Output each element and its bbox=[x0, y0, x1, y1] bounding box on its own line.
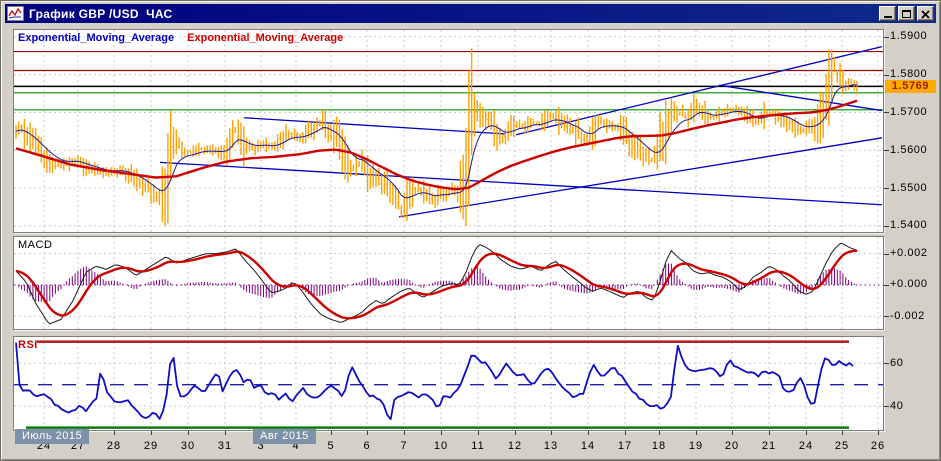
macd-chart-svg[interactable] bbox=[14, 237, 883, 329]
date-label: 10 bbox=[433, 440, 449, 452]
macd-axis-label: +0.000 bbox=[890, 278, 928, 291]
date-label: 26 bbox=[870, 440, 886, 452]
date-label: 7 bbox=[400, 440, 408, 452]
date-label: 20 bbox=[724, 440, 740, 452]
ema-legend-blue: Exponential_Moving_Average bbox=[18, 32, 175, 44]
trend-line[interactable] bbox=[159, 161, 883, 206]
date-tick bbox=[225, 431, 226, 435]
date-label: 31 bbox=[217, 440, 233, 452]
date-label: 5 bbox=[327, 440, 335, 452]
axis-tick bbox=[884, 112, 889, 114]
macd-main-line bbox=[15, 242, 858, 325]
date-tick bbox=[551, 431, 552, 435]
date-label: 11 bbox=[471, 440, 485, 452]
date-tick bbox=[151, 431, 152, 435]
current-price-badge: 1.5769 bbox=[885, 79, 936, 93]
date-label: 14 bbox=[580, 440, 596, 452]
indicator-legend: Exponential_Moving_Average Exponential_M… bbox=[18, 32, 343, 44]
date-tick bbox=[367, 431, 368, 435]
date-tick bbox=[331, 431, 332, 435]
price-axis-label: 1.5600 bbox=[890, 143, 928, 156]
date-label: 13 bbox=[543, 440, 559, 452]
date-tick bbox=[806, 431, 807, 435]
date-tick bbox=[515, 431, 516, 435]
close-button[interactable] bbox=[917, 6, 934, 21]
window-title: График GBP /USD ЧАС bbox=[29, 6, 173, 21]
date-tick bbox=[404, 431, 405, 435]
date-label: 6 bbox=[363, 440, 371, 452]
axis-tick bbox=[884, 36, 889, 38]
rsi-axis-label: 60 bbox=[890, 356, 904, 369]
macd-histogram bbox=[18, 263, 858, 303]
price-axis-label: 1.5800 bbox=[890, 68, 928, 81]
ema-legend-red: Exponential_Moving_Average bbox=[187, 32, 344, 44]
chart-icon bbox=[7, 6, 24, 21]
date-tick bbox=[441, 431, 442, 435]
date-tick bbox=[114, 431, 115, 435]
rsi-chart-svg[interactable] bbox=[14, 337, 883, 430]
price-chart-panel[interactable]: Exponential_Moving_Average Exponential_M… bbox=[13, 29, 884, 233]
rsi-label: RSI bbox=[18, 339, 38, 351]
minimize-icon bbox=[883, 16, 892, 18]
date-tick bbox=[769, 431, 770, 435]
rsi-panel[interactable]: RSI bbox=[13, 336, 884, 431]
macd-label: MACD bbox=[18, 239, 53, 251]
ema-slow-line bbox=[15, 99, 858, 191]
date-label: 17 bbox=[617, 440, 633, 452]
maximize-icon bbox=[902, 10, 911, 18]
date-label: 12 bbox=[507, 440, 523, 452]
date-label: 28 bbox=[106, 440, 122, 452]
date-label: 18 bbox=[651, 440, 667, 452]
date-label: 30 bbox=[180, 440, 196, 452]
date-label: 19 bbox=[688, 440, 704, 452]
date-tick bbox=[659, 431, 660, 435]
minimize-button[interactable] bbox=[879, 6, 896, 21]
price-axis-label: 1.5400 bbox=[890, 219, 928, 232]
date-tick bbox=[732, 431, 733, 435]
month-badge: Июль 2015 bbox=[15, 429, 90, 444]
chart-window: График GBP /USD ЧАС Exponential_Moving_A… bbox=[0, 0, 941, 461]
macd-panel[interactable]: MACD bbox=[13, 236, 884, 330]
close-icon bbox=[921, 10, 930, 19]
axis-tick bbox=[884, 284, 889, 286]
axis-tick bbox=[884, 406, 889, 408]
date-tick bbox=[188, 431, 189, 435]
price-axis-label: 1.5700 bbox=[890, 105, 928, 118]
rsi-axis-label: 40 bbox=[890, 399, 904, 412]
date-tick bbox=[588, 431, 589, 435]
price-axis-label: 1.5900 bbox=[890, 30, 928, 43]
axis-tick bbox=[884, 363, 889, 365]
axis-tick bbox=[884, 225, 889, 227]
rsi-line bbox=[15, 342, 854, 421]
trend-line[interactable] bbox=[515, 46, 883, 136]
macd-axis-label: +0.002 bbox=[890, 247, 928, 260]
date-label: 25 bbox=[834, 440, 850, 452]
date-label: 29 bbox=[143, 440, 159, 452]
date-label: 24 bbox=[798, 440, 814, 452]
price-axis-label: 1.5500 bbox=[890, 181, 928, 194]
date-tick bbox=[625, 431, 626, 435]
axis-tick bbox=[884, 150, 889, 152]
date-label: 21 bbox=[761, 440, 777, 452]
axis-tick bbox=[884, 188, 889, 190]
date-tick bbox=[696, 431, 697, 435]
axis-tick bbox=[884, 316, 889, 318]
month-badge: Авг 2015 bbox=[253, 429, 316, 444]
axis-tick bbox=[884, 253, 889, 255]
maximize-button[interactable] bbox=[898, 6, 915, 21]
macd-axis-label: -0.002 bbox=[890, 309, 925, 322]
date-tick bbox=[878, 431, 879, 435]
axis-tick bbox=[884, 74, 889, 76]
date-tick bbox=[478, 431, 479, 435]
date-tick bbox=[842, 431, 843, 435]
window-controls bbox=[879, 6, 934, 21]
price-chart-svg[interactable] bbox=[14, 30, 883, 232]
title-bar[interactable]: График GBP /USD ЧАС bbox=[5, 4, 936, 23]
